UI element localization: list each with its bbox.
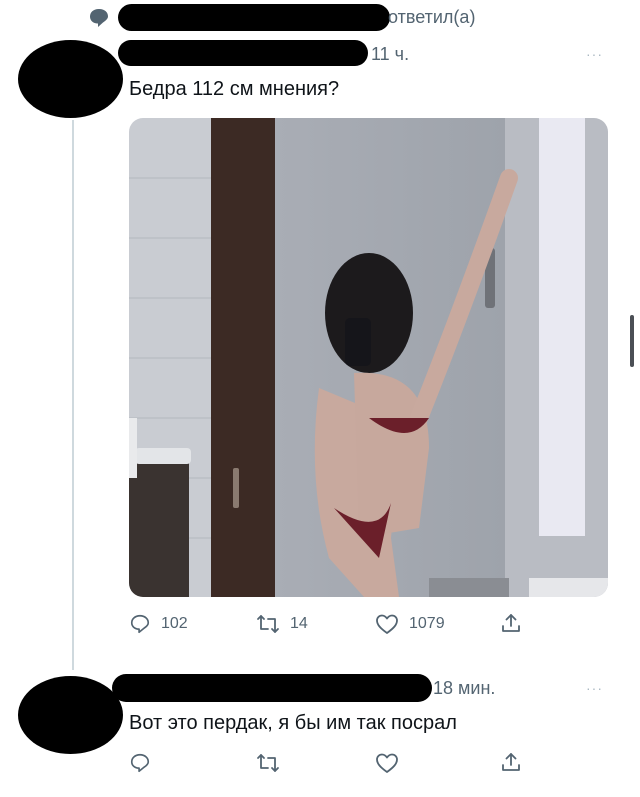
more-options-button-2[interactable]: ··· — [586, 680, 603, 696]
thread-line — [72, 120, 74, 670]
tweet-time-2[interactable]: 18 мин. — [433, 678, 495, 699]
reply-button-2[interactable] — [129, 752, 151, 774]
share-icon — [500, 751, 522, 773]
reply-button[interactable]: 102 — [129, 613, 188, 635]
redacted-username[interactable] — [118, 40, 368, 66]
reply-count: 102 — [161, 615, 188, 632]
heart-icon — [375, 613, 399, 635]
heart-icon — [375, 752, 399, 774]
reply-icon — [129, 752, 151, 774]
avatar-redacted-2[interactable] — [18, 676, 123, 754]
share-button-2[interactable] — [500, 751, 522, 773]
scrollbar[interactable] — [630, 315, 634, 367]
retweet-icon — [256, 752, 280, 774]
like-button-2[interactable] — [375, 752, 399, 774]
tweet-text: Бедра 112 см мнения? — [129, 78, 340, 100]
tweet-photo[interactable] — [129, 118, 608, 597]
retweet-icon — [256, 613, 280, 635]
avatar-redacted[interactable] — [18, 40, 123, 118]
like-button[interactable]: 1079 — [375, 613, 445, 635]
share-icon — [500, 612, 522, 634]
replied-label: ответил(а) — [388, 7, 476, 27]
reply-icon — [129, 613, 151, 635]
tweet-time[interactable]: 11 ч. — [371, 44, 409, 65]
redacted-username-header — [118, 4, 390, 31]
share-button[interactable] — [500, 612, 522, 634]
retweet-button-2[interactable] — [256, 752, 280, 774]
retweet-button[interactable]: 14 — [256, 613, 308, 635]
like-count: 1079 — [409, 615, 445, 632]
retweet-count: 14 — [290, 615, 308, 632]
reply-bubble-icon — [88, 7, 110, 29]
reply-text: Вот это пердак, я бы им так посрал — [129, 712, 457, 734]
redacted-username-2[interactable] — [112, 674, 432, 702]
more-options-button[interactable]: ··· — [586, 46, 603, 62]
